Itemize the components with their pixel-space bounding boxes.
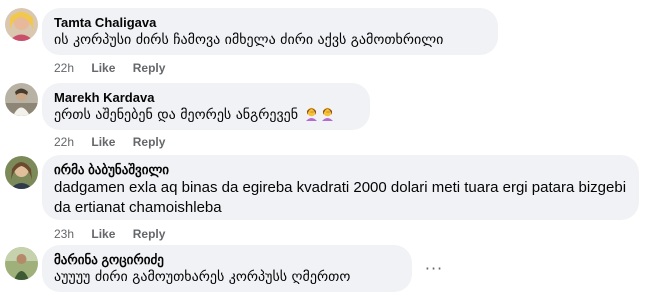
comment-author[interactable]: მარინა გოცირიძე (54, 252, 400, 268)
like-button[interactable]: Like (91, 61, 115, 75)
comment-bubble: ირმა ბაბუნაშვილი dadgamen exla aq binas … (42, 155, 639, 220)
avatar[interactable] (5, 8, 38, 41)
avatar[interactable] (5, 247, 38, 280)
person-facepalming-icon (304, 106, 319, 121)
comment-meta: 23h Like Reply (54, 227, 179, 241)
reply-button[interactable]: Reply (133, 227, 166, 241)
reply-button[interactable]: Reply (133, 61, 166, 75)
like-button[interactable]: Like (91, 135, 115, 149)
comment-author[interactable]: Marekh Kardava (54, 90, 358, 106)
comment-text-content: ერთს აშენებენ და მეორეს ანგრევენ (54, 107, 299, 123)
comment-list: Tamta Chaligava ის კორპუსი ძირს ჩამოვა ი… (0, 0, 662, 296)
avatar[interactable] (5, 156, 38, 189)
comment-text: ის კორპუსი ძირს ჩამოვა იმხელა ძირი აქვს … (54, 32, 444, 48)
reply-button[interactable]: Reply (133, 135, 166, 149)
comment-time[interactable]: 23h (54, 227, 74, 241)
comment-time[interactable]: 22h (54, 135, 74, 149)
comment-bubble: Tamta Chaligava ის კორპუსი ძირს ჩამოვა ი… (42, 8, 498, 55)
more-options-icon[interactable]: ··· (424, 261, 444, 282)
comment-bubble: მარინა გოცირიძე აუუუუ ძირი გამოუთხარეს კ… (42, 245, 412, 292)
comment-author[interactable]: ირმა ბაბუნაშვილი (54, 162, 627, 178)
comment-meta: 22h Like Reply (54, 135, 179, 149)
comment-meta: 22h Like Reply (54, 61, 179, 75)
like-button[interactable]: Like (91, 227, 115, 241)
comment-text: dadgamen exla aq binas da egireba kvadra… (54, 179, 627, 196)
comment-text: აუუუუ ძირი გამოუთხარეს კორპუსს ღმერთო (54, 269, 351, 285)
comment-text: da ertianat chamoishleba (54, 199, 222, 216)
comment-text: ერთს აშენებენ და მეორეს ანგრევენ (54, 106, 358, 125)
person-facepalming-icon (320, 106, 335, 121)
comment-time[interactable]: 22h (54, 61, 74, 75)
comment-author[interactable]: Tamta Chaligava (54, 15, 486, 31)
avatar[interactable] (5, 83, 38, 116)
comment-bubble: Marekh Kardava ერთს აშენებენ და მეორეს ა… (42, 83, 370, 130)
